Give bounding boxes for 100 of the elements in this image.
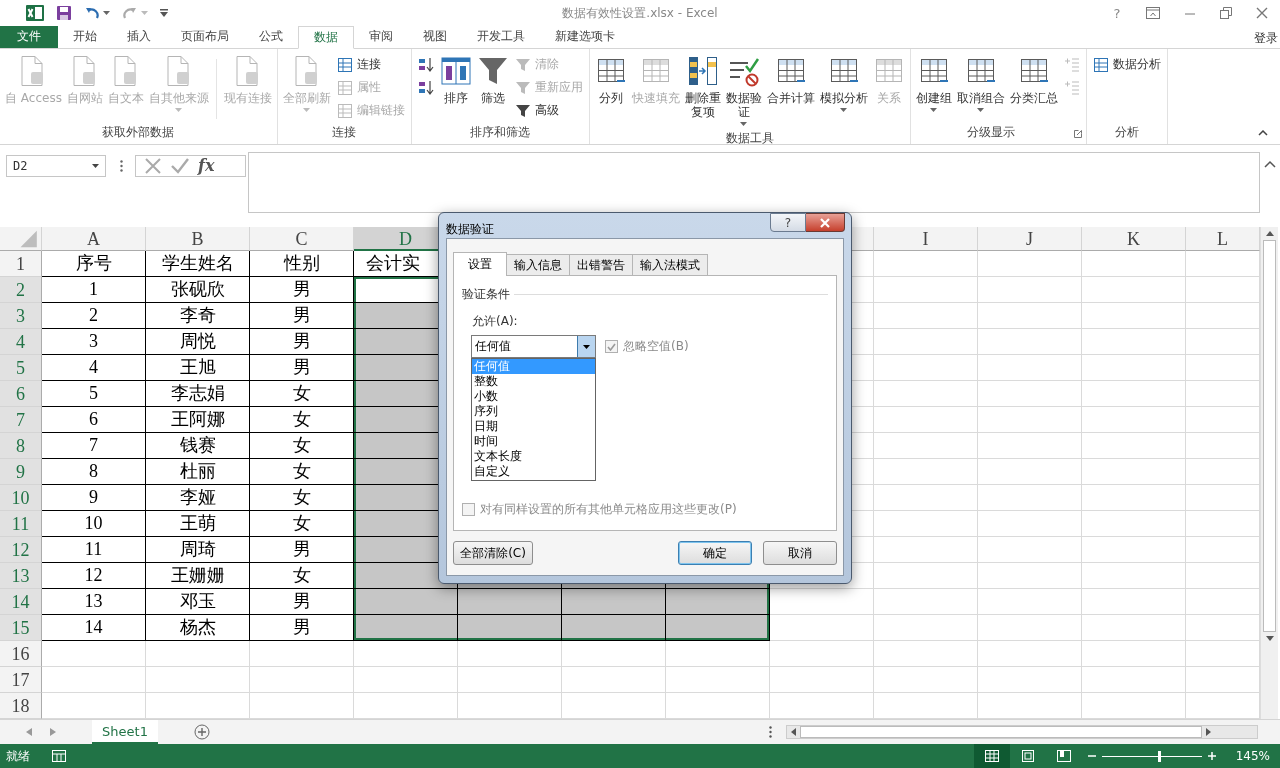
row-header[interactable]: 10 <box>0 485 42 511</box>
grid-cell[interactable] <box>770 615 874 641</box>
column-header[interactable]: K <box>1082 227 1186 251</box>
grid-cell[interactable] <box>874 511 978 537</box>
table-cell[interactable]: 6 <box>42 407 146 433</box>
grid-cell[interactable] <box>874 407 978 433</box>
grid-cell[interactable] <box>874 615 978 641</box>
row-header[interactable]: 11 <box>0 511 42 537</box>
customize-icon[interactable] <box>160 9 168 17</box>
grid-cell[interactable] <box>874 459 978 485</box>
ribbon-display-icon[interactable] <box>1146 7 1160 19</box>
grid-cell[interactable] <box>1082 381 1186 407</box>
zoom-in-icon[interactable] <box>1207 752 1216 760</box>
grid-cell[interactable] <box>978 329 1082 355</box>
scroll-up-icon[interactable] <box>1265 231 1274 236</box>
row-header[interactable]: 12 <box>0 537 42 563</box>
table-cell[interactable]: 杨杰 <box>146 615 250 641</box>
row-header[interactable]: 1 <box>0 251 42 277</box>
ribbon-tab[interactable]: 插入 <box>112 26 166 48</box>
table-cell[interactable]: 7 <box>42 433 146 459</box>
grid-cell[interactable] <box>874 355 978 381</box>
grid-cell[interactable] <box>146 641 250 667</box>
cancel-icon[interactable] <box>144 156 162 175</box>
grid-cell[interactable] <box>874 667 978 693</box>
grid-cell[interactable] <box>770 667 874 693</box>
next-sheet-icon[interactable] <box>50 728 56 736</box>
selected-cell[interactable] <box>666 615 770 641</box>
ribbon-button[interactable]: 合并计算 <box>764 52 817 107</box>
expand-icon[interactable] <box>1264 159 1276 168</box>
table-cell[interactable]: 王姗姗 <box>146 563 250 589</box>
grid-cell[interactable] <box>1082 667 1186 693</box>
grid-cell[interactable] <box>978 407 1082 433</box>
dropdown-option[interactable]: 小数 <box>472 389 595 404</box>
grid-cell[interactable] <box>874 251 978 277</box>
grid-cell[interactable] <box>978 589 1082 615</box>
formula-input[interactable] <box>248 151 1260 213</box>
grid-cell[interactable] <box>1082 537 1186 563</box>
column-header[interactable]: C <box>250 227 354 251</box>
dropdown-field[interactable]: 任何值 <box>471 335 596 358</box>
dialog-launcher-icon[interactable] <box>1073 129 1082 138</box>
row-header[interactable]: 4 <box>0 329 42 355</box>
dropdown-option[interactable]: 时间 <box>472 434 595 449</box>
column-header[interactable]: J <box>978 227 1082 251</box>
grid-cell[interactable] <box>978 277 1082 303</box>
grid-cell[interactable] <box>666 667 770 693</box>
row-header[interactable]: 9 <box>0 459 42 485</box>
dropdown-button[interactable] <box>577 336 595 357</box>
row-header[interactable]: 18 <box>0 693 42 719</box>
selected-cell[interactable] <box>666 589 770 615</box>
table-cell[interactable]: 13 <box>42 589 146 615</box>
dropdown-option[interactable]: 文本长度 <box>472 449 595 464</box>
zoom-level[interactable]: 145% <box>1235 749 1270 763</box>
ribbon-button[interactable]: 高级 <box>514 100 583 121</box>
row-header[interactable]: 7 <box>0 407 42 433</box>
table-cell[interactable]: 序号 <box>42 251 146 277</box>
grid-cell[interactable] <box>978 251 1082 277</box>
restore-icon[interactable] <box>1220 7 1232 19</box>
selected-cell[interactable] <box>562 615 666 641</box>
ribbon-button[interactable]: 数据分析 <box>1092 54 1161 75</box>
row-header[interactable]: 5 <box>0 355 42 381</box>
ribbon-tab[interactable]: 数据 <box>298 26 354 49</box>
table-cell[interactable]: 王阿娜 <box>146 407 250 433</box>
table-cell[interactable]: 张砚欣 <box>146 277 250 303</box>
row-header[interactable]: 14 <box>0 589 42 615</box>
add-sheet-icon[interactable] <box>194 724 210 740</box>
ribbon-button[interactable]: 连接 <box>336 54 405 75</box>
table-cell[interactable]: 3 <box>42 329 146 355</box>
grid-cell[interactable] <box>874 537 978 563</box>
grid-cell[interactable] <box>42 667 146 693</box>
selected-cell[interactable] <box>354 615 458 641</box>
redo-icon[interactable] <box>122 5 138 21</box>
grid-cell[interactable] <box>978 641 1082 667</box>
grid-cell[interactable] <box>458 641 562 667</box>
scroll-thumb[interactable] <box>1263 240 1276 632</box>
table-cell[interactable]: 5 <box>42 381 146 407</box>
grid-cell[interactable] <box>1082 485 1186 511</box>
table-cell[interactable]: 李奇 <box>146 303 250 329</box>
scroll-left-icon[interactable] <box>791 728 796 736</box>
name-box[interactable]: D2 <box>6 154 106 177</box>
grid-cell[interactable] <box>978 511 1082 537</box>
zoom-out-icon[interactable] <box>1087 752 1096 760</box>
grid-cell[interactable] <box>770 589 874 615</box>
ribbon-button[interactable]: 模拟分析 <box>817 52 870 116</box>
table-cell[interactable]: 10 <box>42 511 146 537</box>
grid-cell[interactable] <box>978 667 1082 693</box>
table-cell[interactable]: 钱赛 <box>146 433 250 459</box>
dialog-button[interactable]: 全部清除(C) <box>453 541 533 565</box>
grid-cell[interactable] <box>1082 355 1186 381</box>
ribbon-tab[interactable]: 开始 <box>58 26 112 48</box>
grid-cell[interactable] <box>250 667 354 693</box>
ribbon-button[interactable]: 取消组合 <box>954 52 1007 116</box>
save-icon[interactable] <box>56 5 72 21</box>
grid-cell[interactable] <box>562 641 666 667</box>
view-button[interactable] <box>973 744 1010 768</box>
row-header[interactable]: 15 <box>0 615 42 641</box>
grid-cell[interactable] <box>1082 589 1186 615</box>
ribbon-tab[interactable]: 开发工具 <box>462 26 540 48</box>
slider-thumb[interactable] <box>1157 750 1161 762</box>
close-button[interactable] <box>806 213 845 232</box>
help-button[interactable]: ? <box>770 213 806 232</box>
